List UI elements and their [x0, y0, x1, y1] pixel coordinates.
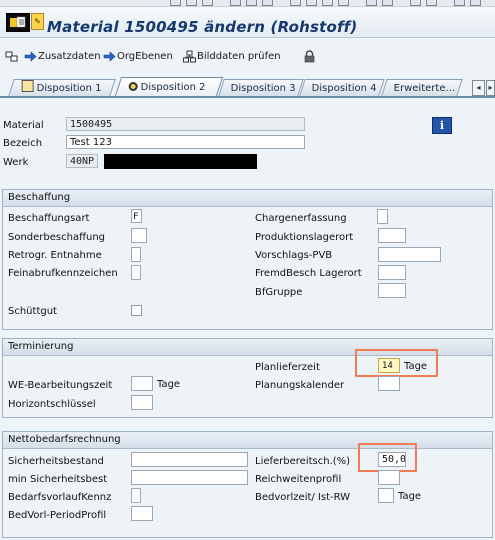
- bezeich-label: Bezeich: [3, 138, 43, 149]
- reichweitenprofil-field[interactable]: [378, 470, 400, 485]
- beschaffung-header: Beschaffung: [3, 190, 492, 207]
- hierarchy-icon[interactable]: [183, 50, 196, 63]
- sicherheitsbestand-label: Sicherheitsbestand: [8, 456, 104, 467]
- we-bearbeitungszeit-label: WE-Bearbeitungszeit: [8, 380, 113, 391]
- bezeich-field[interactable]: Test 123: [66, 135, 305, 149]
- beschaffungsart-label: Beschaffungsart: [8, 213, 90, 224]
- tab-scroll-left-icon[interactable]: ◂: [472, 80, 485, 96]
- toolbar-icon[interactable]: [170, 0, 181, 6]
- beschaffung-title: Beschaffung: [8, 192, 71, 203]
- fremdbesch-field[interactable]: [378, 265, 406, 280]
- pencil-icon[interactable]: ✎: [31, 13, 44, 30]
- we-unit: Tage: [157, 379, 181, 390]
- tab-erweiterte[interactable]: Erweiterte...: [381, 79, 463, 96]
- document-icon: [21, 80, 34, 92]
- toolbar-icon[interactable]: [470, 0, 481, 6]
- lock-icon[interactable]: [303, 50, 316, 63]
- tab-divider: [0, 96, 495, 98]
- tab-disposition-3[interactable]: Disposition 3: [218, 79, 304, 96]
- bedarfsvorlaufkennz-field[interactable]: [131, 488, 141, 503]
- fremdbesch-label: FremdBesch Lagerort: [255, 268, 362, 279]
- arrow-right-icon[interactable]: [24, 50, 37, 63]
- toolbar-icon[interactable]: [454, 0, 465, 6]
- beschaffungsart-field[interactable]: F: [131, 209, 142, 223]
- schuettgut-label: Schüttgut: [8, 306, 57, 317]
- highlight-box-lieferbereitschaft: [358, 443, 417, 472]
- bfgruppe-label: BfGruppe: [255, 287, 303, 298]
- bfgruppe-field[interactable]: [378, 283, 406, 298]
- toolbar-icon[interactable]: [426, 0, 437, 6]
- feinabruf-field[interactable]: [131, 265, 141, 280]
- arrow-right-icon[interactable]: [103, 50, 116, 63]
- bilddaten-pruefen-button[interactable]: Bilddaten prüfen: [197, 50, 281, 64]
- toolbar-icon[interactable]: [246, 0, 257, 6]
- toolbar-icon[interactable]: [290, 0, 301, 6]
- bedvorl-periodprofil-field[interactable]: [131, 506, 153, 521]
- toolbar-icon[interactable]: [202, 0, 213, 6]
- terminierung-title: Terminierung: [8, 341, 74, 352]
- application-toolbar: Zusatzdaten OrgEbenen Bilddaten prüfen: [0, 38, 495, 70]
- page-title: Material 1500495 ändern (Rohstoff): [47, 18, 358, 36]
- tab-disposition-1[interactable]: Disposition 1: [8, 79, 116, 96]
- min-sicherheitsbest-field[interactable]: [131, 470, 248, 485]
- vorschlags-pvb-label: Vorschlags-PVB: [255, 250, 333, 261]
- material-field[interactable]: 1500495: [66, 117, 305, 131]
- sap-menu-icon[interactable]: [6, 13, 30, 32]
- sonderbeschaffung-label: Sonderbeschaffung: [8, 232, 106, 243]
- bedvorlzeit-unit: Tage: [398, 491, 422, 502]
- toolbar-icon[interactable]: [230, 0, 241, 6]
- toolbar-icon[interactable]: [262, 0, 273, 6]
- bedarfsvorlaufkennz-label: BedarfsvorlaufKennz: [8, 492, 112, 503]
- bedvorlzeit-field[interactable]: [378, 488, 394, 503]
- highlight-box-planlieferzeit: [355, 349, 438, 377]
- feinabruf-label: Feinabrufkennzeichen: [8, 268, 118, 279]
- title-bar: ✎ Material 1500495 ändern (Rohstoff): [0, 7, 495, 38]
- toolbar-icon[interactable]: [366, 0, 377, 6]
- info-icon[interactable]: i: [432, 117, 452, 134]
- chargenerfassung-field[interactable]: [377, 209, 388, 224]
- schuettgut-checkbox[interactable]: [131, 305, 142, 316]
- tab-scroll-right-icon[interactable]: ▸: [486, 80, 495, 96]
- toolbar-icon[interactable]: [338, 0, 349, 6]
- toolbar-icon[interactable]: [186, 0, 197, 6]
- system-toolbar-strip: [0, 0, 495, 7]
- orgebenen-button[interactable]: OrgEbenen: [117, 50, 173, 64]
- toolbar-icon[interactable]: [410, 0, 421, 6]
- nettobedarfsrechnung-header: Nettobedarfsrechnung: [3, 432, 492, 449]
- chargenerfassung-label: Chargenerfassung: [255, 213, 347, 224]
- toolbar-icon[interactable]: [306, 0, 317, 6]
- bedvorl-periodprofil-label: BedVorl-PeriodProfil: [8, 510, 107, 521]
- werk-field[interactable]: 40NP: [66, 154, 98, 168]
- produktionslagerort-label: Produktionslagerort: [255, 232, 354, 243]
- planungskalender-field[interactable]: [378, 376, 400, 391]
- bedvorlzeit-label: Bedvorlzeit/ Ist-RW: [255, 492, 351, 503]
- produktionslagerort-field[interactable]: [378, 228, 406, 243]
- retrogr-label: Retrogr. Entnahme: [8, 250, 102, 261]
- tab-disposition-2[interactable]: Disposition 2: [114, 77, 224, 96]
- sonderbeschaffung-field[interactable]: [131, 228, 147, 243]
- lieferbereitschaft-label: Lieferbereitsch.(%): [255, 456, 351, 467]
- planungskalender-label: Planungskalender: [255, 380, 345, 391]
- min-sicherheitsbest-label: min Sicherheitsbest: [8, 474, 108, 485]
- tab-disposition-4[interactable]: Disposition 4: [299, 79, 385, 96]
- we-bearbeitungszeit-field[interactable]: [131, 376, 153, 391]
- horizontschluessel-label: Horizontschlüssel: [8, 399, 96, 410]
- zusatzdaten-button[interactable]: Zusatzdaten: [38, 50, 101, 64]
- toolbar-icon[interactable]: [322, 0, 333, 6]
- settings-icon: [128, 82, 138, 91]
- werk-label: Werk: [3, 157, 29, 168]
- horizontschluessel-field[interactable]: [131, 395, 153, 410]
- tab-strip: Disposition 1 Disposition 2 Disposition …: [0, 76, 495, 97]
- reichweitenprofil-label: Reichweitenprofil: [255, 474, 342, 485]
- planlieferzeit-label: Planlieferzeit: [255, 362, 320, 373]
- nettobedarfsrechnung-title: Nettobedarfsrechnung: [8, 434, 121, 445]
- vorschlags-pvb-field[interactable]: [378, 247, 441, 262]
- sicherheitsbestand-field[interactable]: [131, 452, 248, 467]
- screen-overview-icon[interactable]: [5, 50, 18, 63]
- toolbar-icon[interactable]: [382, 0, 393, 6]
- redacted-werk-description: [104, 154, 257, 169]
- material-label: Material: [3, 120, 44, 131]
- retrogr-field[interactable]: [131, 247, 141, 262]
